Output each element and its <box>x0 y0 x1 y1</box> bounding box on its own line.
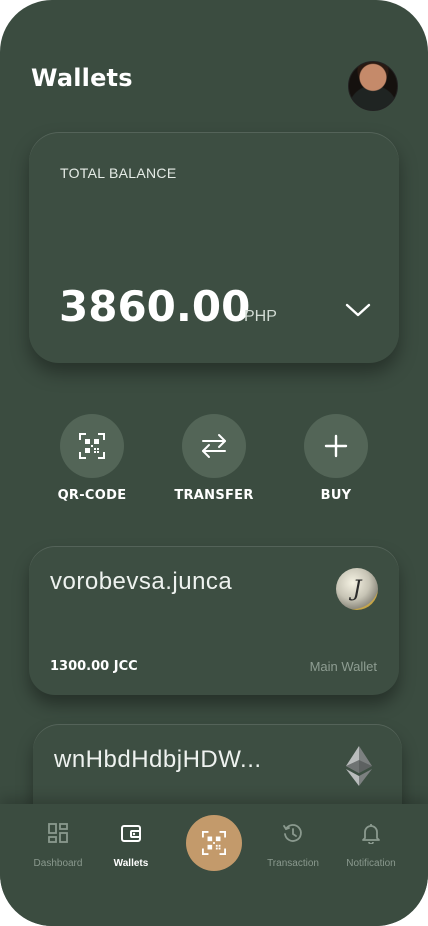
ethereum-icon <box>346 746 372 786</box>
transfer-arrows-icon <box>202 434 226 458</box>
buy-button[interactable] <box>304 414 368 478</box>
history-icon <box>283 824 302 842</box>
jcc-coin-icon: J <box>336 568 378 610</box>
nav-label: Wallets <box>113 858 149 869</box>
wallet-balance: 1300.00 JCC <box>50 659 138 674</box>
scan-qr-button[interactable] <box>186 815 242 871</box>
chevron-down-icon[interactable] <box>345 302 371 318</box>
wallet-icon <box>121 825 141 842</box>
plus-icon <box>324 434 348 458</box>
total-balance-card[interactable]: TOTAL BALANCE 3860.00 PHP <box>29 132 399 363</box>
dashboard-grid-icon <box>48 823 68 843</box>
nav-label: Dashboard <box>33 858 83 869</box>
wallet-card-main[interactable]: vorobevsa.junca J 1300.00 JCC Main Walle… <box>29 546 399 695</box>
nav-item-transaction[interactable]: Transaction <box>253 822 333 869</box>
qr-code-label: QR-CODE <box>57 488 127 503</box>
transfer-button[interactable] <box>182 414 246 478</box>
transfer-label: TRANSFER <box>174 488 254 503</box>
qr-code-button[interactable] <box>60 414 124 478</box>
nav-label: Notification <box>346 858 396 869</box>
page-title: Wallets <box>31 64 133 92</box>
balance-label: TOTAL BALANCE <box>60 165 177 181</box>
qr-scan-icon <box>202 831 226 855</box>
wallet-type: Main Wallet <box>309 659 377 674</box>
wallets-screen: Wallets TOTAL BALANCE 3860.00 PHP QR-COD… <box>0 0 428 926</box>
balance-amount: 3860.00 <box>59 282 251 331</box>
transfer-action[interactable]: TRANSFER <box>159 414 269 514</box>
nav-item-wallets[interactable]: Wallets <box>91 822 171 869</box>
balance-currency: PHP <box>244 308 277 325</box>
wallet-name: vorobevsa.junca <box>50 568 233 595</box>
avatar[interactable] <box>348 61 398 111</box>
bottom-nav: Dashboard Wallets Transaction Notificati… <box>0 804 428 926</box>
bell-icon <box>362 824 380 844</box>
wallet-name: wnHbdHdbjHDW... <box>54 746 262 773</box>
nav-item-dashboard[interactable]: Dashboard <box>18 822 98 869</box>
nav-item-notification[interactable]: Notification <box>331 822 411 869</box>
buy-action[interactable]: BUY <box>281 414 391 514</box>
qr-code-action[interactable]: QR-CODE <box>37 414 147 514</box>
buy-label: BUY <box>320 488 352 503</box>
qr-code-icon <box>79 433 105 459</box>
nav-label: Transaction <box>267 858 319 869</box>
